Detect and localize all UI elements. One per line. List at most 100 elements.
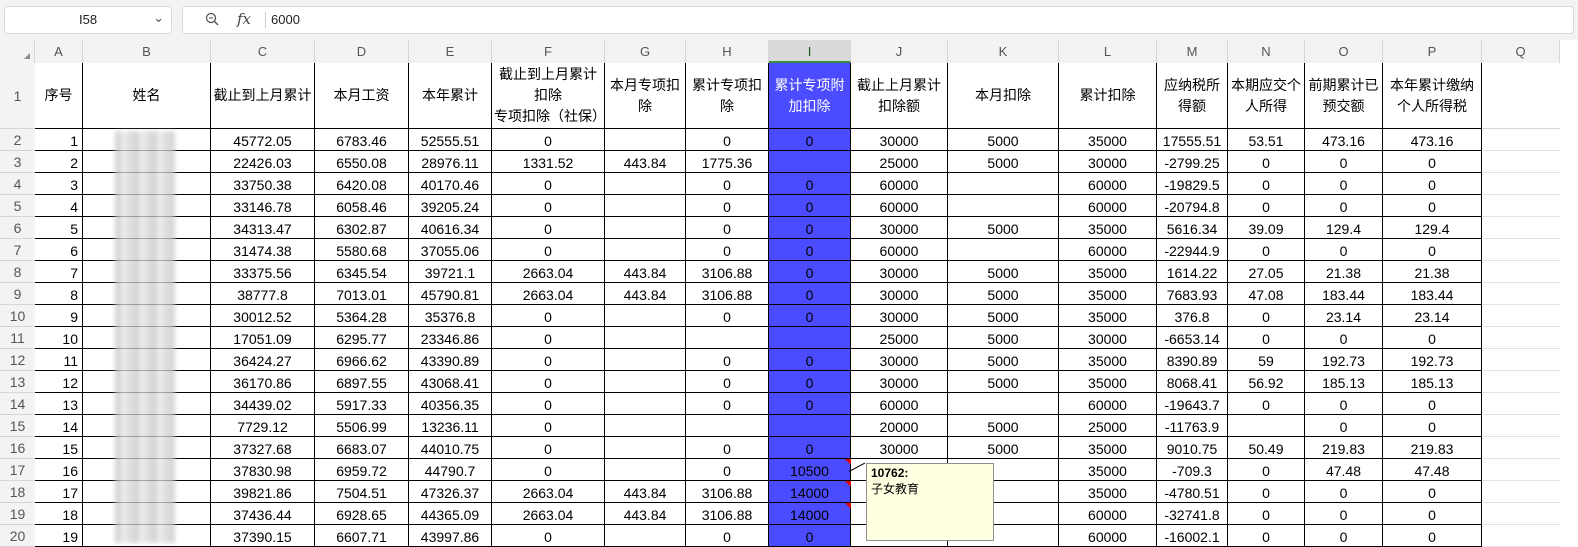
data-cell[interactable]: 6683.07: [315, 437, 409, 459]
data-cell[interactable]: 0: [1383, 393, 1482, 415]
data-cell[interactable]: 14: [35, 415, 83, 437]
data-cell[interactable]: 185.13: [1383, 371, 1482, 393]
data-cell[interactable]: 0: [686, 349, 769, 371]
data-cell[interactable]: 192.73: [1305, 349, 1383, 371]
formula-bar[interactable]: fx 6000: [182, 6, 1574, 34]
data-cell[interactable]: 60000: [851, 393, 948, 415]
data-cell[interactable]: 44365.09: [409, 503, 492, 525]
data-cell[interactable]: 14000: [769, 481, 851, 503]
data-cell[interactable]: [1482, 283, 1560, 305]
column-header-p[interactable]: P: [1383, 40, 1482, 63]
data-cell[interactable]: 443.84: [605, 283, 686, 305]
row-header[interactable]: 12: [0, 349, 35, 371]
data-cell[interactable]: -22944.9: [1157, 239, 1228, 261]
column-header-e[interactable]: E: [409, 40, 492, 63]
data-cell[interactable]: 443.84: [605, 503, 686, 525]
comment-indicator[interactable]: [845, 503, 851, 509]
column-header-d[interactable]: D: [315, 40, 409, 63]
data-cell[interactable]: [605, 393, 686, 415]
data-cell[interactable]: -32741.8: [1157, 503, 1228, 525]
data-cell[interactable]: [605, 437, 686, 459]
data-cell[interactable]: 0: [769, 283, 851, 305]
data-cell[interactable]: 47.08: [1228, 283, 1305, 305]
data-cell[interactable]: 0: [686, 173, 769, 195]
data-cell[interactable]: 5: [35, 217, 83, 239]
data-cell[interactable]: 5000: [948, 217, 1059, 239]
data-cell[interactable]: 5000: [948, 371, 1059, 393]
data-cell[interactable]: 0: [1228, 503, 1305, 525]
header-cell-n[interactable]: 本期应交个人所得: [1228, 63, 1305, 129]
data-cell[interactable]: 44010.75: [409, 437, 492, 459]
data-cell[interactable]: 25000: [851, 151, 948, 173]
column-header-k[interactable]: K: [948, 40, 1059, 63]
row-header[interactable]: 14: [0, 393, 35, 415]
data-cell[interactable]: 3106.88: [686, 283, 769, 305]
data-cell[interactable]: 0: [769, 305, 851, 327]
data-cell[interactable]: 0: [1305, 239, 1383, 261]
header-cell-e[interactable]: 本年累计: [409, 63, 492, 129]
data-cell[interactable]: 12: [35, 371, 83, 393]
row-header[interactable]: 13: [0, 371, 35, 393]
column-header-f[interactable]: F: [492, 40, 605, 63]
data-cell[interactable]: 7504.51: [315, 481, 409, 503]
data-cell[interactable]: 37055.06: [409, 239, 492, 261]
data-cell[interactable]: 10: [35, 327, 83, 349]
data-cell[interactable]: [1482, 437, 1560, 459]
data-cell[interactable]: 43997.86: [409, 525, 492, 547]
data-cell[interactable]: 45772.05: [211, 129, 315, 151]
data-cell[interactable]: 37830.98: [211, 459, 315, 481]
data-cell[interactable]: 23346.86: [409, 327, 492, 349]
data-cell[interactable]: 60000: [851, 239, 948, 261]
data-cell[interactable]: 30000: [851, 129, 948, 151]
column-header-a[interactable]: A: [35, 40, 83, 63]
data-cell[interactable]: 36424.27: [211, 349, 315, 371]
data-cell[interactable]: 3: [35, 173, 83, 195]
column-header-h[interactable]: H: [686, 40, 769, 63]
data-cell[interactable]: 0: [1383, 525, 1482, 547]
header-cell-g[interactable]: 本月专项扣除: [605, 63, 686, 129]
data-cell[interactable]: 5000: [948, 415, 1059, 437]
data-cell[interactable]: 6302.87: [315, 217, 409, 239]
data-cell[interactable]: 23.14: [1383, 305, 1482, 327]
data-cell[interactable]: [605, 459, 686, 481]
data-cell[interactable]: 25000: [851, 327, 948, 349]
data-cell[interactable]: [605, 195, 686, 217]
data-cell[interactable]: 0: [769, 173, 851, 195]
data-cell[interactable]: [1482, 195, 1560, 217]
data-cell[interactable]: 183.44: [1305, 283, 1383, 305]
data-cell[interactable]: 10500: [769, 459, 851, 481]
data-cell[interactable]: [769, 415, 851, 437]
data-cell[interactable]: 60000: [1059, 173, 1157, 195]
data-cell[interactable]: 22426.03: [211, 151, 315, 173]
zoom-icon[interactable]: [205, 12, 219, 26]
data-cell[interactable]: 0: [1228, 195, 1305, 217]
data-cell[interactable]: [1482, 481, 1560, 503]
data-cell[interactable]: [1228, 415, 1305, 437]
data-cell[interactable]: 473.16: [1383, 129, 1482, 151]
data-cell[interactable]: 5000: [948, 349, 1059, 371]
data-cell[interactable]: 0: [769, 239, 851, 261]
header-cell-k[interactable]: 本月扣除: [948, 63, 1059, 129]
data-cell[interactable]: -16002.1: [1157, 525, 1228, 547]
data-cell[interactable]: 0: [769, 217, 851, 239]
data-cell[interactable]: 8: [35, 283, 83, 305]
data-cell[interactable]: 0: [1305, 195, 1383, 217]
data-cell[interactable]: [605, 371, 686, 393]
data-cell[interactable]: 5616.34: [1157, 217, 1228, 239]
data-cell[interactable]: [948, 239, 1059, 261]
data-cell[interactable]: -11763.9: [1157, 415, 1228, 437]
header-cell-b[interactable]: 姓名: [83, 63, 211, 129]
data-cell[interactable]: -6653.14: [1157, 327, 1228, 349]
data-cell[interactable]: [1482, 173, 1560, 195]
data-cell[interactable]: 9: [35, 305, 83, 327]
data-cell[interactable]: 25000: [1059, 415, 1157, 437]
data-cell[interactable]: 43068.41: [409, 371, 492, 393]
row-header[interactable]: 17: [0, 459, 35, 481]
data-cell[interactable]: 33375.56: [211, 261, 315, 283]
data-cell[interactable]: 0: [686, 305, 769, 327]
data-cell[interactable]: [605, 129, 686, 151]
data-cell[interactable]: 34439.02: [211, 393, 315, 415]
row-header[interactable]: 18: [0, 481, 35, 503]
column-header-q[interactable]: Q: [1482, 40, 1560, 63]
data-cell[interactable]: 15: [35, 437, 83, 459]
